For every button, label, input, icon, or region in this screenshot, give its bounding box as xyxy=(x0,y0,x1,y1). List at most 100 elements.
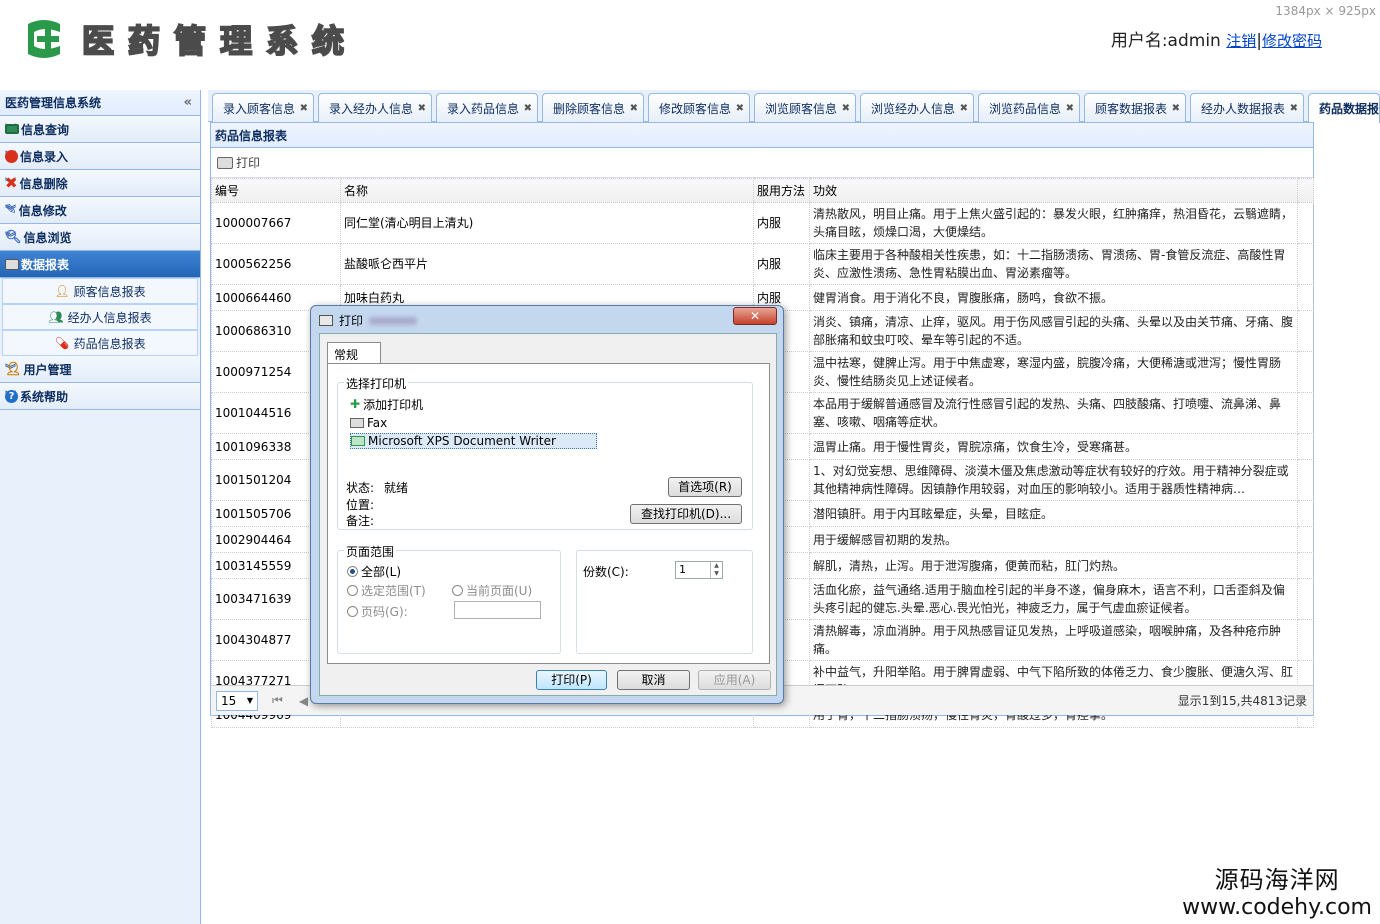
spinner-icon[interactable]: ▲ ▼ xyxy=(710,562,722,578)
page-range-group: 页面范围 全部(L) 选定范围(T) 当前页面(U) 页码(G): xyxy=(337,543,561,654)
nav-item-drug-report[interactable]: 💊︎ 药品信息报表 xyxy=(2,330,198,356)
site-watermark: 源码海洋网 www.codehy.com xyxy=(1182,860,1372,920)
preferences-button[interactable]: 首选项(R) xyxy=(668,477,742,497)
page-range-label: 页面范围 xyxy=(344,543,397,560)
cell-usage: 内服 xyxy=(753,202,810,244)
tab-drug-report[interactable]: 药品数据报 xyxy=(1308,93,1380,123)
general-page: 选择打印机 ✚ 添加打印机 Fax Microsoft XPS Document … xyxy=(327,363,770,664)
tab-browse-customer[interactable]: 浏览顾客信息 ✖ xyxy=(754,93,856,122)
apply-button[interactable]: 应用(A) xyxy=(698,670,771,690)
cell-spacer xyxy=(1297,619,1314,661)
tab-browse-drug[interactable]: 浏览药品信息 ✖ xyxy=(978,93,1080,122)
comment-label: 备注: xyxy=(346,514,375,528)
close-icon[interactable]: ✖ xyxy=(1290,103,1298,114)
close-icon[interactable]: ✖ xyxy=(736,103,744,114)
printer-icon xyxy=(217,156,233,169)
range-pages-radio[interactable]: 页码(G): xyxy=(347,603,408,620)
nav-group-entry[interactable]: 信息录入 ︾ xyxy=(0,143,200,170)
tab-customer-report[interactable]: 顾客数据报表 ✖ xyxy=(1084,93,1186,122)
col-header-name[interactable]: 名称 xyxy=(340,178,754,203)
find-printer-button[interactable]: 查找打印机(D)... xyxy=(630,504,742,524)
close-icon[interactable]: ✖ xyxy=(1172,103,1180,114)
radio-dot xyxy=(347,566,358,577)
printer-name: Fax xyxy=(367,416,388,430)
nav-group-label: 信息录入 xyxy=(20,149,69,164)
nav-group-users[interactable]: 👤︎ 用户管理 ︾ xyxy=(0,356,200,383)
tab-agent-report[interactable]: 经办人数据报表 ✖ xyxy=(1190,93,1304,122)
tab-general[interactable]: 常规 xyxy=(327,342,381,364)
table-row[interactable]: 1000007667 同仁堂(清心明目上清丸) 内服 清热散风，明目止痛。用于上焦火盛… xyxy=(211,202,1314,244)
print-label: 打印 xyxy=(236,156,261,170)
close-icon[interactable]: ✖ xyxy=(630,103,638,114)
dialog-close-button[interactable]: ✕ xyxy=(733,307,777,325)
nav-group-edit[interactable]: ✎ 信息修改 ︾ xyxy=(0,197,200,224)
cell-effect: 消炎、镇痛，清凉、止痒，驱风。用于伤风感冒引起的头痛、头晕以及由关节痛、牙痛、腹… xyxy=(809,310,1298,352)
change-password-link[interactable]: 修改密码 xyxy=(1262,32,1322,50)
username-label: 用户名:admin xyxy=(1110,31,1221,51)
print-button[interactable]: 打印(P) xyxy=(536,670,607,690)
close-icon[interactable]: ✖ xyxy=(300,103,308,114)
cell-spacer xyxy=(1297,526,1314,553)
range-selection-radio[interactable]: 选定范围(T) xyxy=(347,582,426,599)
cell-effect: 健胃消食。用于消化不良，胃腹胀痛，肠鸣，食欲不振。 xyxy=(809,284,1298,311)
tab-browse-agent[interactable]: 浏览经办人信息 ✖ xyxy=(860,93,974,122)
range-current-radio[interactable]: 当前页面(U) xyxy=(452,582,532,599)
copies-input[interactable]: 1 ▲ ▼ xyxy=(675,561,723,579)
cell-spacer xyxy=(1297,284,1314,311)
tab-add-drug[interactable]: 录入药品信息 ✖ xyxy=(436,93,538,122)
range-all-radio[interactable]: 全部(L) xyxy=(347,563,401,580)
close-icon[interactable]: ✖ xyxy=(1066,103,1074,114)
col-header-spacer xyxy=(1297,178,1314,203)
nav-item-label: 经办人信息报表 xyxy=(67,310,152,325)
help-icon: ? xyxy=(5,389,18,403)
agent-icon: 👥︎ xyxy=(48,310,64,324)
close-icon[interactable]: ✖ xyxy=(524,103,532,114)
nav-group-label: 系统帮助 xyxy=(20,389,69,404)
tab-add-agent[interactable]: 录入经办人信息 ✖ xyxy=(318,93,432,122)
nav-item-agent-report[interactable]: 👥︎ 经办人信息报表 xyxy=(2,304,198,330)
tab-edit-customer[interactable]: 修改顾客信息 ✖ xyxy=(648,93,750,122)
tab-label: 经办人数据报表 xyxy=(1201,101,1286,116)
collapse-nav-icon[interactable]: « xyxy=(184,95,192,110)
cancel-button[interactable]: 取消 xyxy=(617,670,690,690)
fax-printer-item[interactable]: Fax xyxy=(350,415,387,431)
col-header-usage[interactable]: 服用方法 xyxy=(753,178,810,203)
print-toolbar-button[interactable]: 打印 xyxy=(217,154,260,171)
panel-title: 药品信息报表 xyxy=(211,123,1313,148)
xps-printer-item[interactable]: Microsoft XPS Document Writer xyxy=(350,433,597,449)
tab-label: 顾客数据报表 xyxy=(1095,101,1168,116)
cell-effect: 清热散风，明目止痛。用于上焦火盛引起的：暴发火眼，红肿痛痒，热泪昏花，云翳遮睛，… xyxy=(809,202,1298,244)
nav-group-delete[interactable]: ✖ 信息删除 ︾ xyxy=(0,170,200,197)
nav-group-reports[interactable]: 数据报表 ︽ xyxy=(0,251,200,278)
first-page-icon[interactable]: ⏮ xyxy=(272,693,283,708)
pencil-icon: ✎ xyxy=(5,202,17,218)
prev-page-icon[interactable]: ◀ xyxy=(299,694,308,708)
dialog-title: 打印 xyxy=(339,314,364,328)
print-dialog: 打印 ✕ 常规 选择打印机 ✚ 添加打印机 Fax Microsoft XPS D… xyxy=(310,305,784,704)
tab-delete-customer[interactable]: 删除顾客信息 ✖ xyxy=(542,93,644,122)
close-icon[interactable]: ✖ xyxy=(418,103,426,114)
app-header: 医药管理系统 1384px × 925px 用户名:admin 注销|修改密码 xyxy=(0,0,1380,88)
user-icon: 👤︎ xyxy=(5,361,22,377)
cell-spacer xyxy=(1297,351,1314,393)
nav-group-query[interactable]: 信息查询 ︾ xyxy=(0,116,200,143)
close-icon[interactable]: ✖ xyxy=(960,103,968,114)
nav-group-help[interactable]: ?系统帮助 ︾ xyxy=(0,383,200,410)
page-size-select[interactable]: 15 ▼ xyxy=(216,690,258,711)
logout-link[interactable]: 注销 xyxy=(1226,32,1256,50)
nav-title: 医药管理信息系统 « xyxy=(0,90,200,116)
nav-group-label: 信息浏览 xyxy=(23,230,72,245)
table-row[interactable]: 1000562256 盐酸哌仑西平片 内服 临床主要用于各种酸相关性疾患，如：十二指肠… xyxy=(211,243,1314,285)
radio-label: 当前页面(U) xyxy=(466,584,533,598)
cell-spacer xyxy=(1297,310,1314,352)
printer-name: 添加打印机 xyxy=(363,397,424,412)
nav-item-customer-report[interactable]: 👤︎ 顾客信息报表 xyxy=(2,278,198,304)
pages-input[interactable] xyxy=(454,601,541,619)
tab-add-customer[interactable]: 录入顾客信息 ✖ xyxy=(212,93,314,122)
col-header-id[interactable]: 编号 xyxy=(211,178,341,203)
close-icon[interactable]: ✖ xyxy=(842,103,850,114)
tab-bar: 录入顾客信息 ✖ 录入经办人信息 ✖ 录入药品信息 ✖ 删除顾客信息 ✖ 修改顾客信息 ✖… xyxy=(208,90,1380,123)
nav-group-browse[interactable]: 🔍︎ 信息浏览 ︾ xyxy=(0,224,200,251)
col-header-effect[interactable]: 功效 xyxy=(809,178,1298,203)
add-printer-item[interactable]: ✚ 添加打印机 xyxy=(350,396,423,412)
